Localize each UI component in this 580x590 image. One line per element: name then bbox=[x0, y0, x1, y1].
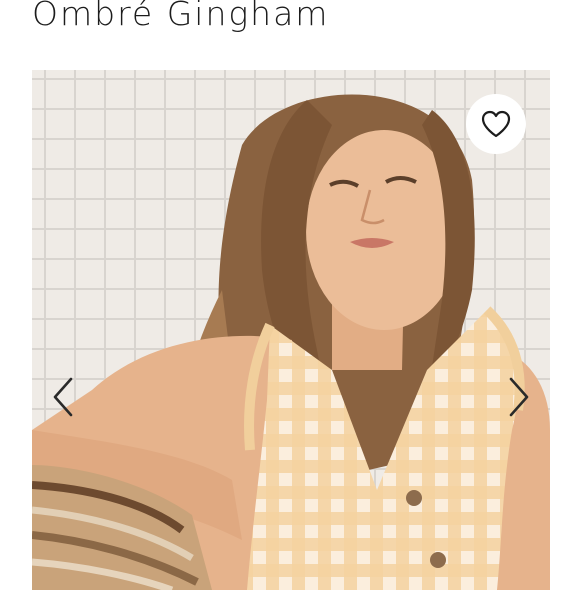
favorite-button[interactable] bbox=[466, 94, 526, 154]
product-title: Ombré Gingham bbox=[32, 0, 330, 33]
product-photo[interactable] bbox=[32, 70, 550, 590]
chevron-right-icon bbox=[509, 377, 529, 417]
heart-outline-icon bbox=[481, 110, 511, 138]
next-image-button[interactable] bbox=[502, 372, 536, 422]
model-illustration bbox=[32, 94, 550, 590]
chevron-left-icon bbox=[53, 377, 73, 417]
previous-image-button[interactable] bbox=[46, 372, 80, 422]
